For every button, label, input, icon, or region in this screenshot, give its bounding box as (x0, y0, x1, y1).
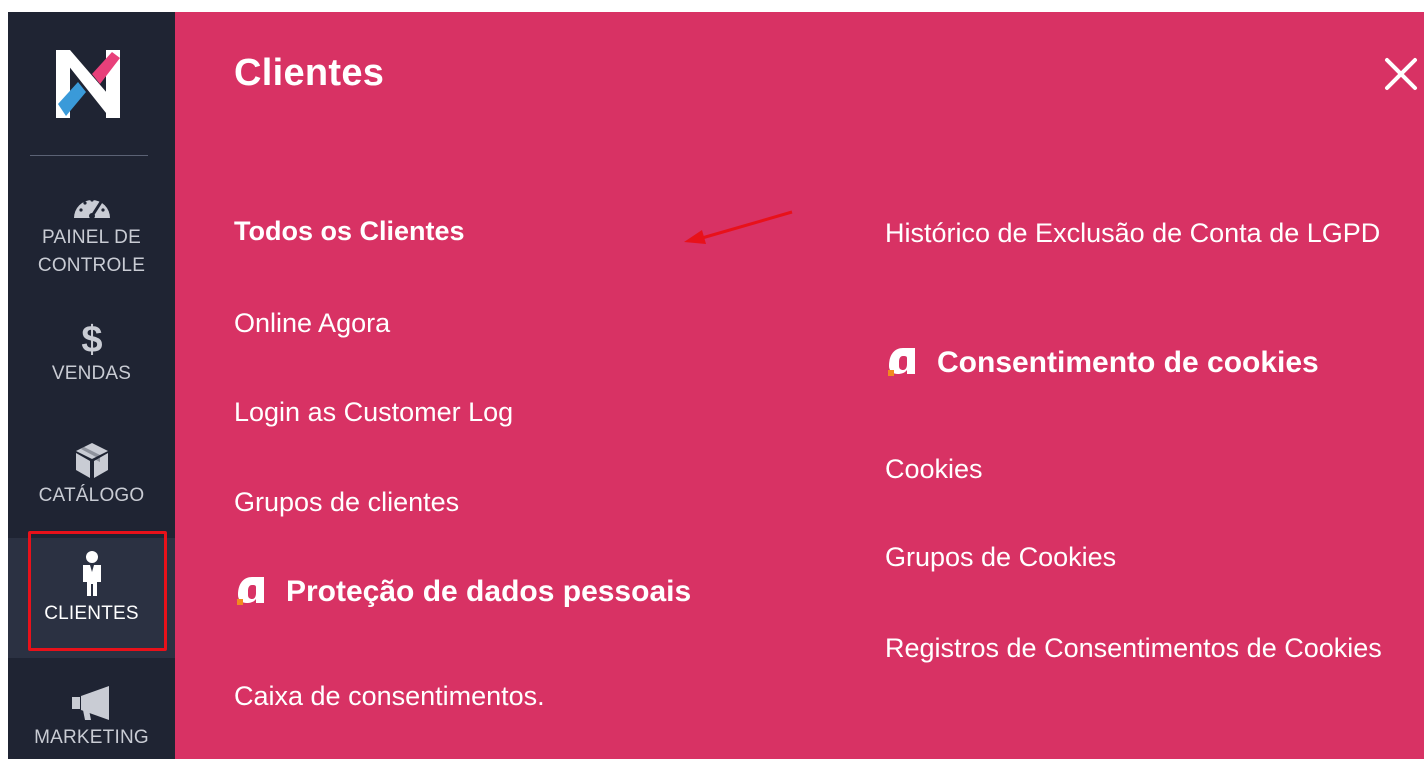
link-online-agora[interactable]: Online Agora (234, 303, 390, 343)
link-todos-os-clientes[interactable]: Todos os Clientes (234, 211, 465, 251)
link-cookies[interactable]: Cookies (885, 449, 983, 489)
section-title-label: Proteção de dados pessoais (286, 575, 692, 608)
section-title-label: Consentimento de cookies (937, 346, 1319, 379)
link-grupos-de-clientes[interactable]: Grupos de clientes (234, 482, 459, 522)
speedometer-icon (73, 198, 110, 219)
amasty-a-icon (237, 577, 264, 606)
sidebar-item-painel[interactable]: PAINEL DE CONTROLE (8, 188, 175, 280)
dollar-icon: $ (81, 319, 102, 358)
megaphone-icon (71, 686, 109, 720)
link-login-as-customer-log[interactable]: Login as Customer Log (234, 392, 513, 432)
link-registros-consentimentos-cookies[interactable]: Registros de Consentimentos de Cookies (885, 627, 1405, 669)
sidebar-item-marketing[interactable]: MARKETING (8, 684, 175, 752)
box-icon (75, 443, 108, 478)
svg-text:$: $ (81, 319, 102, 358)
link-caixa-de-consentimentos[interactable]: Caixa de consentimentos. (234, 676, 545, 716)
close-icon[interactable] (1381, 54, 1421, 94)
amasty-a-icon (888, 348, 915, 377)
sidebar-item-label: CATÁLOGO (38, 485, 145, 506)
sidebar-divider (30, 155, 148, 156)
link-grupos-de-cookies[interactable]: Grupos de Cookies (885, 537, 1116, 577)
link-historico-exclusao-lgpd[interactable]: Histórico de Exclusão de Conta de LGPD (885, 212, 1405, 254)
sidebar-item-vendas[interactable]: $ VENDAS (8, 318, 175, 388)
panel-title: Clientes (234, 52, 385, 94)
section-protecao-dados: Proteção de dados pessoais (234, 572, 691, 612)
sidebar-item-label: VENDAS (51, 363, 132, 384)
sidebar-item-label: PAINEL DE CONTROLE (37, 227, 146, 276)
sidebar-item-catalogo[interactable]: CATÁLOGO (8, 440, 175, 510)
section-consentimento-cookies: Consentimento de cookies (885, 343, 1319, 383)
n-logo-icon[interactable] (52, 44, 124, 124)
sidebar-item-label: MARKETING (34, 727, 149, 748)
active-item-highlight (28, 531, 167, 651)
clientes-flyout-panel: Clientes Todos os Clientes Online Agora … (175, 12, 1424, 759)
annotation-arrow-icon (684, 210, 793, 244)
